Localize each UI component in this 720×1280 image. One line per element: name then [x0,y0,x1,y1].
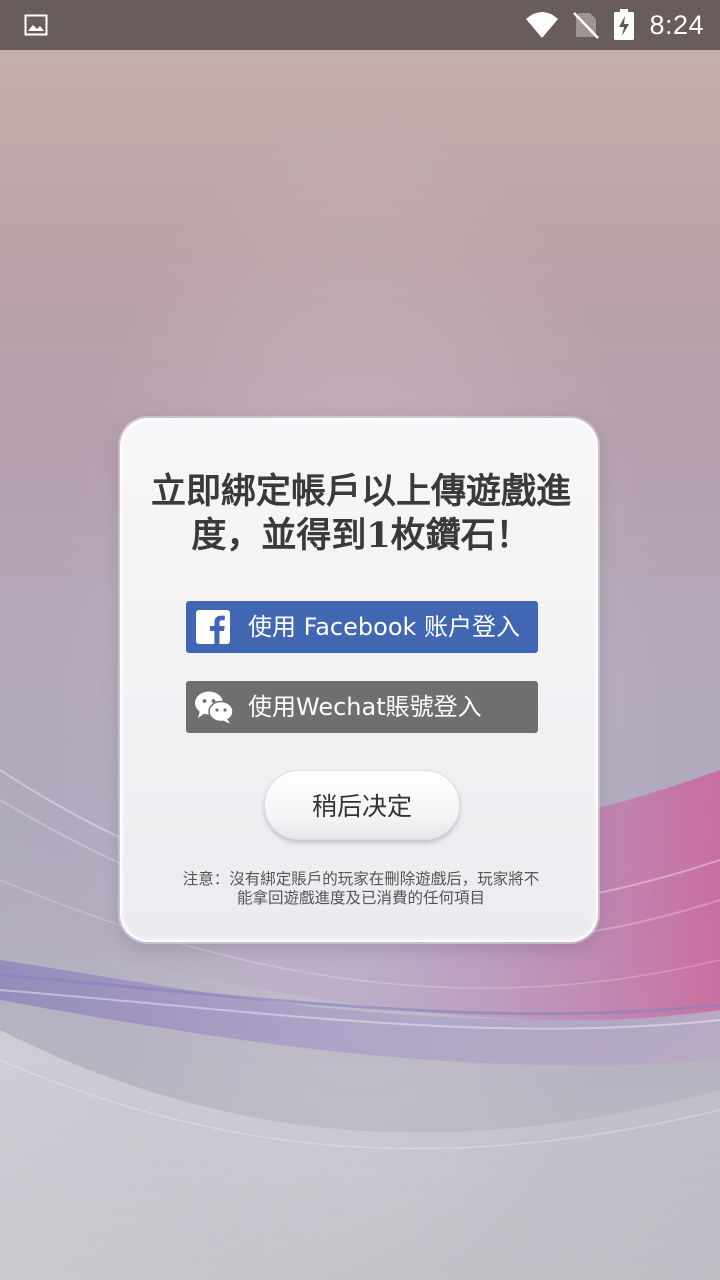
decide-later-button[interactable]: 稍后决定 [264,770,460,840]
wechat-login-label: 使用Wechat賬號登入 [248,693,482,721]
wifi-icon [526,12,559,38]
wechat-icon [195,691,234,724]
app-screen: 8:24 立即綁定帳戶以上傳遊戲進度，並得到1枚鑽石！ 使用 Facebook … [0,0,720,1280]
facebook-login-button[interactable]: 使用 Facebook 账户登入 [186,601,538,653]
wechat-login-button[interactable]: 使用Wechat賬號登入 [186,681,538,733]
decide-later-label: 稍后决定 [311,792,412,821]
facebook-icon [196,610,230,644]
bind-account-dialog: 立即綁定帳戶以上傳遊戲進度，並得到1枚鑽石！ 使用 Facebook 账户登入 … [120,418,598,942]
battery-charging-icon [614,9,635,40]
status-bar: 8:24 [0,0,720,50]
status-time: 8:24 [649,9,704,40]
image-notification-icon [24,14,48,36]
dialog-title: 立即綁定帳戶以上傳遊戲進度，並得到1枚鑽石！ [150,471,571,556]
status-icons: 8:24 [525,0,704,50]
dialog-note: 注意：沒有綁定賬戶的玩家在刪除遊戲后，玩家將不能拿回遊戲進度及已消費的任何項目 [182,870,540,907]
no-sim-icon [573,12,600,39]
facebook-login-label: 使用 Facebook 账户登入 [248,613,521,641]
